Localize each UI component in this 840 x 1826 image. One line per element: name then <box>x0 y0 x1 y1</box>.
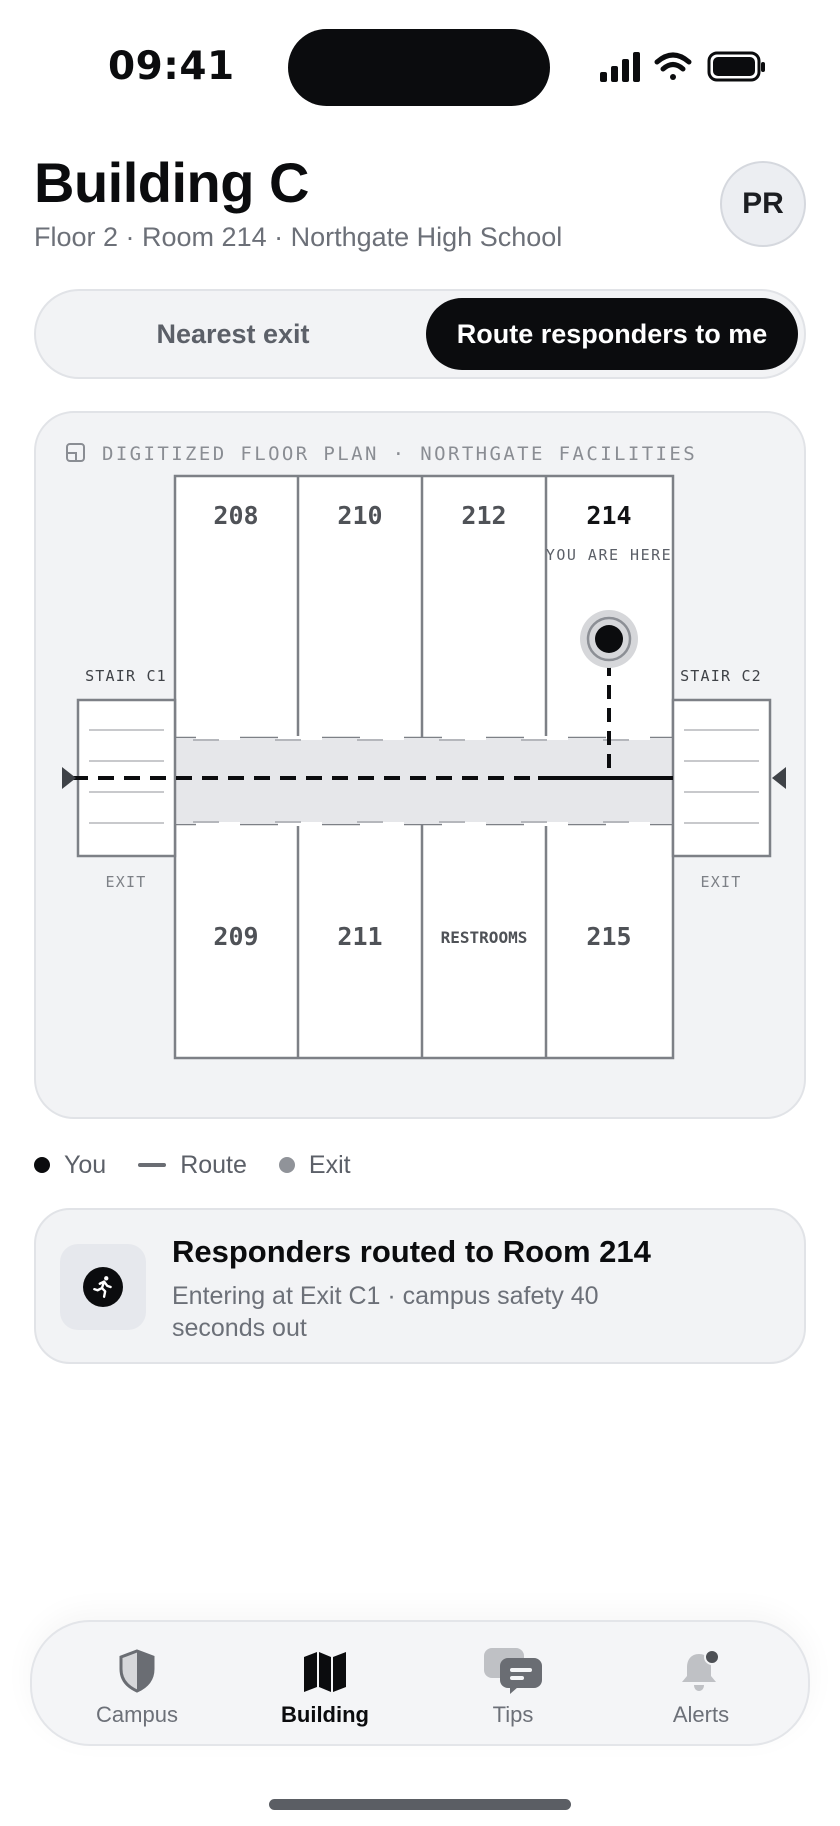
exit-c1-label: EXIT <box>106 873 147 891</box>
responder-status-card[interactable]: Responders routed to Room 214 Entering a… <box>34 1208 806 1364</box>
chat-icon <box>482 1648 544 1694</box>
route-line-icon <box>138 1163 167 1167</box>
avatar[interactable]: PR <box>720 161 806 247</box>
dynamic-island <box>288 29 550 106</box>
map-legend: You Route Exit <box>34 1148 383 1182</box>
running-person-icon <box>83 1267 123 1307</box>
status-icons <box>600 51 765 82</box>
route-mode-segmented-control: Nearest exit Route responders to me <box>34 289 806 379</box>
signal-icon <box>600 52 640 82</box>
stair-c1-label: STAIR C1 <box>85 667 167 685</box>
tab-alerts-label: Alerts <box>672 1702 730 1727</box>
legend-exit-label: Exit <box>308 1150 351 1179</box>
bell-icon <box>678 1648 724 1694</box>
battery-icon <box>707 51 765 82</box>
tab-alerts[interactable]: Alerts <box>626 1622 776 1748</box>
route-card-title: Responders routed to Room 214 <box>172 1234 651 1269</box>
floor-plan-card: DIGITIZED FLOOR PLAN · NORTHGATE FACILIT… <box>34 411 806 1119</box>
tab-tips[interactable]: Tips <box>438 1622 588 1748</box>
legend-you: You <box>34 1151 106 1180</box>
legend-route-label: Route <box>180 1150 247 1179</box>
corridor <box>175 738 673 824</box>
legend-you-label: You <box>64 1150 107 1179</box>
route-responders-button[interactable]: Route responders to me <box>426 298 798 370</box>
floor-plan-map[interactable]: DIGITIZED FLOOR PLAN · NORTHGATE FACILIT… <box>36 413 808 1121</box>
exit-dot-icon <box>278 1157 295 1173</box>
stair-c2 <box>671 698 772 858</box>
exit-c2-label: EXIT <box>701 873 742 891</box>
room-label-208: 208 <box>213 501 258 530</box>
shield-icon <box>117 1648 157 1694</box>
nearest-exit-button[interactable]: Nearest exit <box>44 298 422 370</box>
exit-c2-marker <box>772 767 786 789</box>
page-subtitle: Floor 2 · Room 214 · Northgate High Scho… <box>34 222 563 252</box>
room-label-211: 211 <box>337 922 382 951</box>
status-bar: 09:41 <box>0 0 840 130</box>
room-label-210: 210 <box>337 501 382 530</box>
legend-route: Route <box>138 1151 247 1180</box>
header: Building C Floor 2 · Room 214 · Northgat… <box>34 150 806 270</box>
tab-campus[interactable]: Campus <box>62 1622 212 1748</box>
tab-bar: Campus Building Tips Alerts <box>30 1620 810 1746</box>
wifi-icon <box>654 52 692 80</box>
exit-c1-marker <box>62 767 76 789</box>
stair-c2-label: STAIR C2 <box>680 667 762 685</box>
tab-building[interactable]: Building <box>250 1622 400 1748</box>
status-time: 09:41 <box>108 44 235 89</box>
route-card-detail: Entering at Exit C1 · campus safety 40 s… <box>172 1282 599 1342</box>
room-label-restrooms: RESTROOMS <box>441 928 528 947</box>
tab-campus-label: Campus <box>96 1702 178 1727</box>
home-indicator <box>269 1799 571 1810</box>
you-dot-icon <box>34 1157 50 1173</box>
legend-exit: Exit <box>278 1150 351 1180</box>
room-label-214: 214 <box>586 501 631 530</box>
room-label-215: 215 <box>586 922 631 951</box>
floor-plan-source: DIGITIZED FLOOR PLAN · NORTHGATE FACILIT… <box>102 443 697 465</box>
room-label-209: 209 <box>213 922 258 951</box>
tab-tips-label: Tips <box>492 1702 534 1727</box>
room-label-212: 212 <box>461 501 506 530</box>
tab-building-label: Building <box>281 1702 369 1727</box>
you-are-here-label: YOU ARE HERE <box>546 546 672 564</box>
route-icon-box <box>60 1244 146 1330</box>
map-icon <box>302 1648 348 1694</box>
you-location-marker <box>580 610 638 668</box>
page-title: Building C <box>34 151 309 214</box>
floor-plan-icon <box>66 443 85 462</box>
